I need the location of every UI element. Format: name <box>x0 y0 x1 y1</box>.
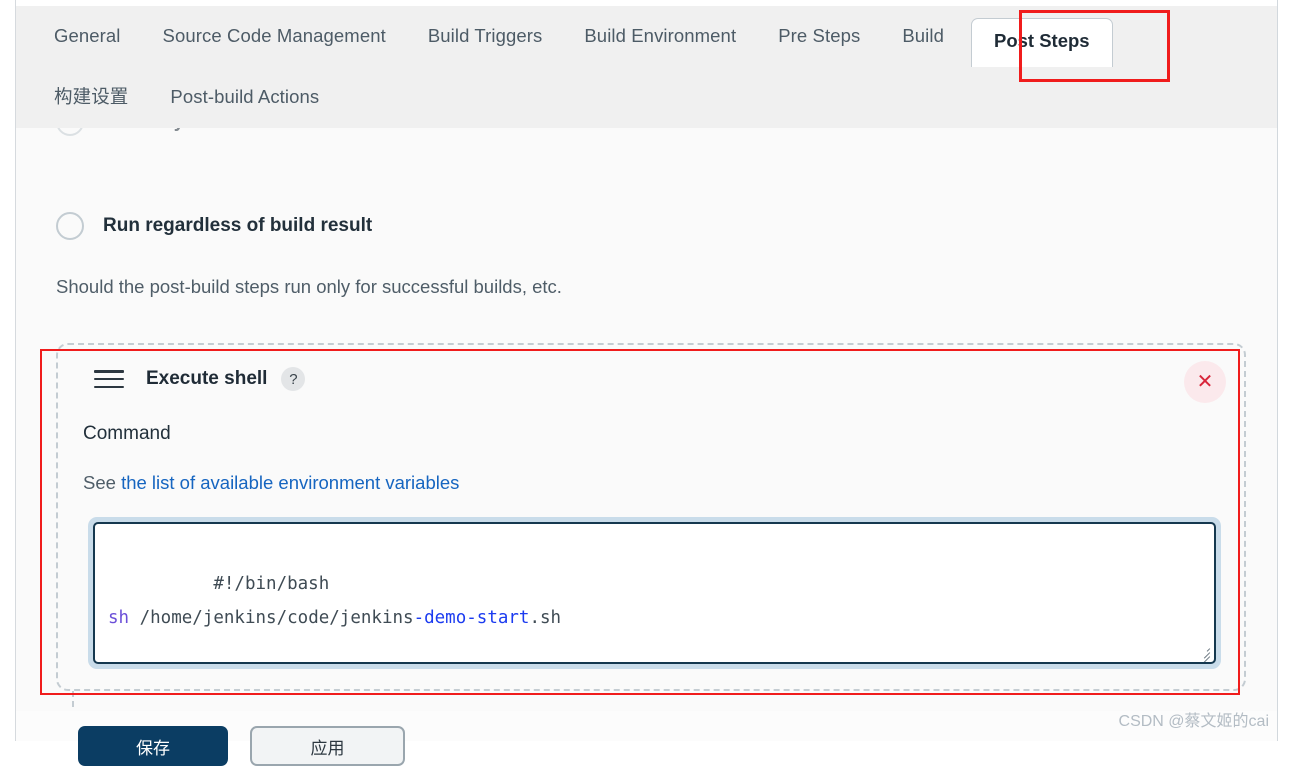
tab-pre-steps[interactable]: Pre Steps <box>757 27 881 46</box>
help-prefix-text: See <box>83 472 122 493</box>
command-textarea-focus-ring: #!/bin/bash sh /home/jenkins/code/jenkin… <box>88 517 1221 669</box>
resize-grip-icon[interactable] <box>1196 645 1211 662</box>
command-input[interactable]: #!/bin/bash sh /home/jenkins/code/jenkin… <box>93 522 1216 664</box>
step-title: Execute shell <box>146 368 268 389</box>
tab-build-triggers[interactable]: Build Triggers <box>407 27 564 46</box>
config-tab-bar: General Source Code Management Build Tri… <box>16 6 1277 128</box>
page-root: General Source Code Management Build Tri… <box>0 0 1293 766</box>
csdn-watermark: CSDN @蔡文姬的cai <box>1118 713 1269 730</box>
environment-variables-link[interactable]: the list of available environment variab… <box>121 472 459 493</box>
tab-general[interactable]: General <box>36 27 142 46</box>
code-line-2: sh /home/jenkins/code/jenkins-demo-start… <box>108 608 562 628</box>
tab-post-steps-wrapper: Post Steps <box>970 12 1113 67</box>
config-content-area: Run only if build succeeds or is unstabl… <box>16 128 1277 711</box>
tab-row-secondary: 构建设置 Post-build Actions <box>16 67 1277 128</box>
radio-option-run-only-if-success[interactable]: Run only if build succeeds or is unstabl… <box>56 128 473 136</box>
tab-build[interactable]: Build <box>881 27 965 46</box>
tab-source-code-management[interactable]: Source Code Management <box>142 27 407 46</box>
command-field-label: Command <box>83 423 171 444</box>
save-button[interactable]: 保存 <box>78 726 228 766</box>
apply-button[interactable]: 应用 <box>250 726 405 766</box>
execute-shell-step-panel: Execute shell ? ✕ Command See the list o… <box>56 343 1246 691</box>
step-header: Execute shell ? <box>94 367 306 391</box>
step-list-dashed-guide <box>72 691 74 711</box>
radio-circle-run-only-if-success[interactable] <box>56 128 84 136</box>
tab-post-build-actions[interactable]: Post-build Actions <box>149 88 340 107</box>
tab-build-settings[interactable]: 构建设置 <box>36 88 149 107</box>
radio-option-run-regardless[interactable]: Run regardless of build result <box>56 212 372 240</box>
tab-row-primary: General Source Code Management Build Tri… <box>16 6 1277 67</box>
close-icon[interactable]: ✕ <box>1184 361 1226 403</box>
page-scrollbar[interactable] <box>1286 0 1293 741</box>
question-mark-icon[interactable]: ? <box>281 367 306 391</box>
tab-build-environment[interactable]: Build Environment <box>563 27 757 46</box>
code-line-1: #!/bin/bash <box>213 574 330 594</box>
footer-button-group: 保存 应用 <box>78 726 405 766</box>
radio-label-run-regardless: Run regardless of build result <box>103 215 373 236</box>
config-footer-bar: 保存 应用 <box>16 711 1277 766</box>
right-column-rule <box>1277 0 1278 741</box>
radio-label-run-only-if-success: Run only if build succeeds or is unstabl… <box>103 128 473 133</box>
environment-variables-help: See the list of available environment va… <box>83 472 459 494</box>
build-result-helper-text: Should the post-build steps run only for… <box>56 276 562 297</box>
hamburger-icon[interactable] <box>94 370 124 388</box>
radio-circle-run-regardless[interactable] <box>56 212 84 240</box>
tab-post-steps[interactable]: Post Steps <box>970 18 1113 67</box>
